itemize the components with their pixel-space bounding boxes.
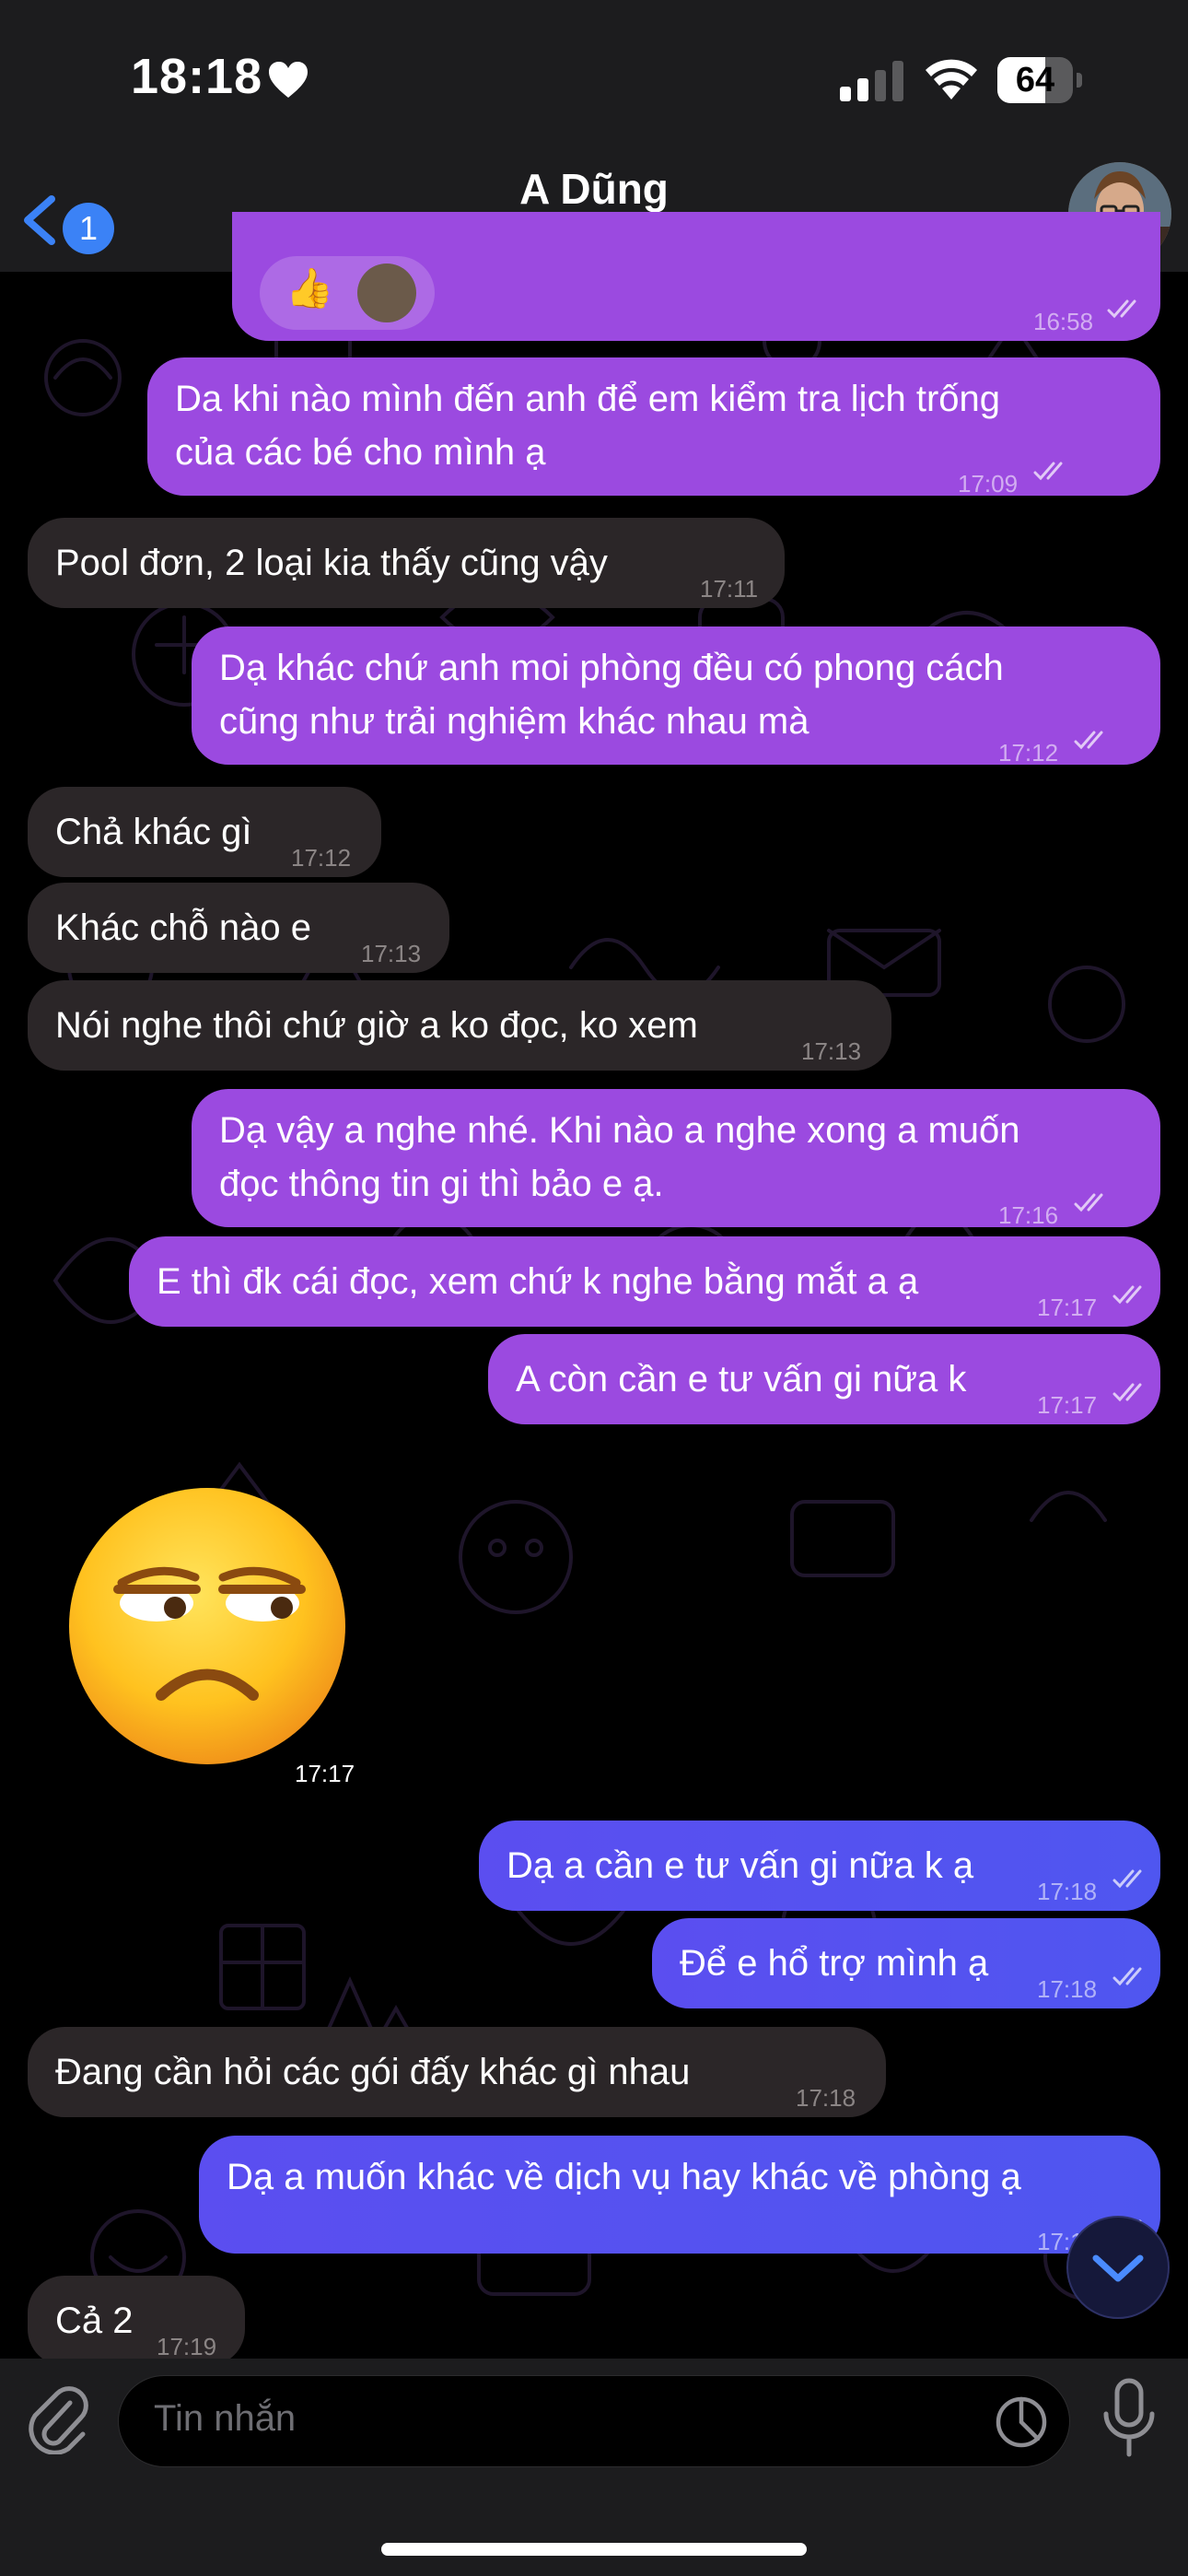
read-receipt-icon <box>1074 1193 1103 1212</box>
scroll-down-button[interactable] <box>1066 2216 1170 2319</box>
reactor-avatar <box>357 263 416 322</box>
message-time: 17:13 <box>801 1037 862 1065</box>
input-placeholder: Tin nhắn <box>154 2398 297 2439</box>
message-time: 17:13 <box>361 940 422 967</box>
message-bubble-outgoing[interactable]: Da khi nào mình đến anh để em kiểm tra l… <box>147 357 1160 498</box>
read-receipt-icon <box>1074 731 1103 750</box>
chat-title[interactable]: A Dũng <box>0 164 1188 214</box>
message-bubble-incoming[interactable]: Chả khác gì 17:12 <box>28 787 381 877</box>
message-input[interactable]: Tin nhắn <box>118 2375 1070 2467</box>
message-time: 17:18 <box>1037 1975 1098 2003</box>
message-time: 17:17 <box>1037 1294 1098 1321</box>
message-time: 17:18 <box>1037 1878 1098 1905</box>
message-bubble-incoming[interactable]: Khác chỗ nào e 17:13 <box>28 883 449 973</box>
composer-bar: Tin nhắn <box>0 2359 1188 2576</box>
read-receipt-icon <box>1112 1285 1142 1305</box>
read-receipt-icon <box>1112 1869 1142 1889</box>
message-bubble-incoming[interactable]: Cả 2 17:19 <box>28 2276 245 2366</box>
message-bubble-outgoing[interactable]: Dạ a cần e tư vấn gi nữa k ạ 17:18 <box>479 1821 1160 1911</box>
message-time: 17:17 <box>1037 1391 1098 1419</box>
thumbs-up-reaction: 👍 <box>285 266 334 310</box>
message-text: Dạ khác chứ anh moi phòng đều có phong c… <box>219 648 1004 742</box>
cellular-signal-icon <box>840 61 903 101</box>
message-bubble-incoming[interactable]: Pool đơn, 2 loại kia thấy cũng vậy 17:11 <box>28 518 785 608</box>
message-bubble-incoming[interactable]: Nói nghe thôi chứ giờ a ko đọc, ko xem 17… <box>28 980 891 1071</box>
read-receipt-icon <box>1112 1967 1142 1986</box>
heart-icon <box>269 62 308 98</box>
chevron-down-icon <box>1092 2254 1144 2282</box>
message-time: 17:16 <box>998 1201 1059 1229</box>
message-text: Nói nghe thôi chứ giờ a ko đọc, ko xem <box>55 1005 698 1046</box>
status-bar: 18:18 64 <box>0 0 1188 157</box>
message-text: Dạ vậy a nghe nhé. Khi nào a nghe xong a… <box>219 1110 1020 1204</box>
home-indicator <box>381 2543 807 2556</box>
message-text: E thì đk cái đọc, xem chứ k nghe bằng mắ… <box>157 1261 919 1302</box>
message-text: Dạ a muốn khác về dịch vụ hay khác về ph… <box>227 2157 1021 2197</box>
message-bubble-outgoing[interactable]: A còn cần e tư vấn gi nữa k 17:17 <box>488 1334 1160 1424</box>
message-bubble-incoming[interactable]: Đang cần hỏi các gói đấy khác gì nhau 17:… <box>28 2027 886 2117</box>
message-time: 17:11 <box>700 575 759 603</box>
message-bubble-outgoing[interactable]: 👍 16:58 <box>232 212 1160 341</box>
microphone-icon[interactable] <box>1101 2377 1158 2460</box>
status-time: 18:18 <box>131 49 263 104</box>
message-time: 17:12 <box>998 739 1059 767</box>
paperclip-icon[interactable] <box>28 2383 88 2454</box>
message-text: Đang cần hỏi các gói đấy khác gì nhau <box>55 2052 691 2092</box>
unamused-face-sticker[interactable] <box>55 1474 359 1778</box>
wifi-icon <box>926 59 977 100</box>
message-time: 16:58 <box>1033 308 1094 335</box>
message-bubble-outgoing[interactable]: E thì đk cái đọc, xem chứ k nghe bằng mắ… <box>129 1236 1160 1327</box>
read-receipt-icon <box>1033 462 1063 481</box>
sticker-icon[interactable] <box>994 2395 1049 2450</box>
read-receipt-icon <box>1112 1383 1142 1402</box>
message-time: 17:18 <box>796 2084 856 2112</box>
message-bubble-outgoing[interactable]: Dạ khác chứ anh moi phòng đều có phong c… <box>192 626 1160 767</box>
message-bubble-outgoing[interactable]: Dạ vậy a nghe nhé. Khi nào a nghe xong a… <box>192 1089 1160 1229</box>
message-text: Pool đơn, 2 loại kia thấy cũng vậy <box>55 543 608 583</box>
message-bubble-outgoing[interactable]: Để e hổ trợ mình ạ 17:18 <box>652 1918 1160 2008</box>
message-bubble-outgoing[interactable]: Dạ a muốn khác về dịch vụ hay khác về ph… <box>199 2136 1160 2255</box>
message-time: 17:12 <box>291 844 352 872</box>
battery-level: 64 <box>1015 61 1055 100</box>
reaction-pill[interactable]: 👍 <box>260 256 435 330</box>
sticker-time: 17:17 <box>295 1760 355 1787</box>
battery-indicator: 64 <box>997 57 1082 103</box>
message-time: 17:09 <box>958 470 1019 498</box>
read-receipt-icon <box>1107 299 1136 319</box>
